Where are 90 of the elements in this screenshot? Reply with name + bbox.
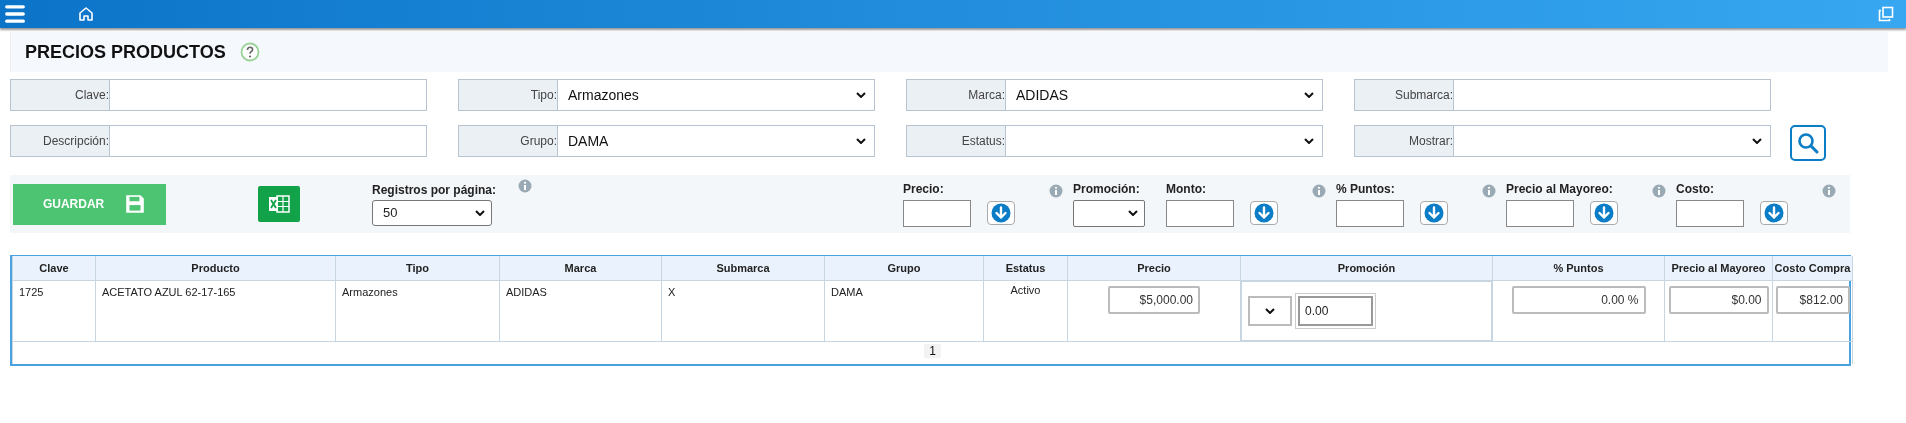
field-label: Clave: [11,80,110,110]
apply-down-button[interactable] [987,201,1015,225]
column-header: Clave [12,256,96,281]
table-cell: ACETATO AZUL 62-17-165 [102,286,236,298]
table-cell: X [668,286,676,298]
filter-field[interactable]: Clave: [10,79,427,111]
caret-icon [1128,210,1138,216]
home-icon[interactable] [78,6,94,22]
field-label: Costo: [1676,181,1714,196]
caret-icon [1304,138,1314,144]
cell-input[interactable]: $812.00 [1776,286,1850,314]
filter-field[interactable]: Mostrar: [1354,125,1771,157]
filter-field[interactable]: Descripción: [10,125,427,157]
caret-icon [475,209,485,216]
info-icon [1049,183,1063,198]
page-size-select[interactable]: 50 [372,199,492,226]
table-cell: Armazones [342,286,398,298]
column-header: Grupo [824,256,984,281]
input-field[interactable] [1676,199,1744,227]
search-icon [1796,131,1820,155]
column-header: Promoción [1240,256,1493,281]
filter-field[interactable]: Estatus: [906,125,1323,157]
column-header: Submarca [661,256,825,281]
column-header: Estatus [983,256,1068,281]
info-icon [1482,183,1496,198]
info-icon [1822,183,1836,198]
arrow-down-icon [1424,203,1444,223]
field-label: Precio: [903,181,944,196]
apply-down-button[interactable] [1250,201,1278,225]
arrow-down-icon [991,203,1011,223]
field-value: DAMA [568,133,610,149]
arrow-down-icon [1764,203,1784,223]
field-label: % Puntos: [1336,181,1395,196]
cell-input[interactable]: $5,000.00 [1108,286,1200,314]
excel-export-icon[interactable] [258,186,300,222]
caret-icon [1265,308,1275,314]
column-header: Marca [499,256,662,281]
info-icon [1652,183,1666,198]
filter-field[interactable]: Grupo: DAMA [458,125,875,157]
cell-input[interactable]: 0.00 [1298,296,1373,326]
field-label: Descripción: [11,126,110,156]
field-value: Armazones [568,87,640,103]
promotion-select[interactable] [1073,199,1145,227]
cell-input[interactable]: $0.00 [1668,286,1769,314]
search-button[interactable] [1790,125,1826,161]
info-icon [518,179,532,193]
field-value: ADIDAS [1016,87,1070,103]
column-header: Precio [1067,256,1241,281]
field-label: Promoción: [1073,181,1140,196]
field-label: Marca: [907,80,1006,110]
caret-icon [1752,138,1762,144]
table-cell: ADIDAS [506,286,547,298]
apply-down-button[interactable] [1420,201,1448,225]
field-label: Estatus: [907,126,1006,156]
field-label: Submarca: [1355,80,1454,110]
filter-field[interactable]: Submarca: [1354,79,1771,111]
menu-icon[interactable] [4,4,26,24]
input-field[interactable] [903,199,971,227]
filter-field[interactable]: Marca: ADIDAS [906,79,1323,111]
input-field[interactable] [1336,199,1404,227]
field-label: Grupo: [459,126,558,156]
column-header: Precio al Mayoreo [1664,256,1773,281]
cell-input[interactable]: 0.00 % [1511,286,1646,314]
field-label: Monto: [1166,181,1206,196]
caret-icon [1304,92,1314,98]
help-icon[interactable] [239,42,260,62]
column-header: Producto [95,256,336,281]
filter-field[interactable]: Tipo: Armazones [458,79,875,111]
arrow-down-icon [1254,203,1274,223]
restore-window-icon[interactable] [1878,6,1894,22]
arrow-down-icon [1594,203,1614,223]
apply-down-button[interactable] [1590,201,1618,225]
input-field[interactable] [1166,199,1234,227]
table-cell: 1725 [19,286,44,298]
field-label: Tipo: [459,80,558,110]
input-field[interactable] [1506,199,1574,227]
column-header: % Puntos [1492,256,1665,281]
caret-icon [856,92,866,98]
field-label: Precio al Mayoreo: [1506,181,1613,196]
caret-icon [856,138,866,144]
page-link[interactable]: 1 [924,344,941,358]
field-label: Registros por página: [372,182,496,197]
page-title: PRECIOS PRODUCTOS [25,41,226,63]
apply-down-button[interactable] [1760,201,1788,225]
field-label: Mostrar: [1355,126,1454,156]
table-cell: Activo [1010,284,1041,296]
column-header: Tipo [335,256,500,281]
table-cell: DAMA [831,286,863,298]
info-icon [1312,183,1326,198]
column-header: Costo Compra [1772,256,1853,281]
